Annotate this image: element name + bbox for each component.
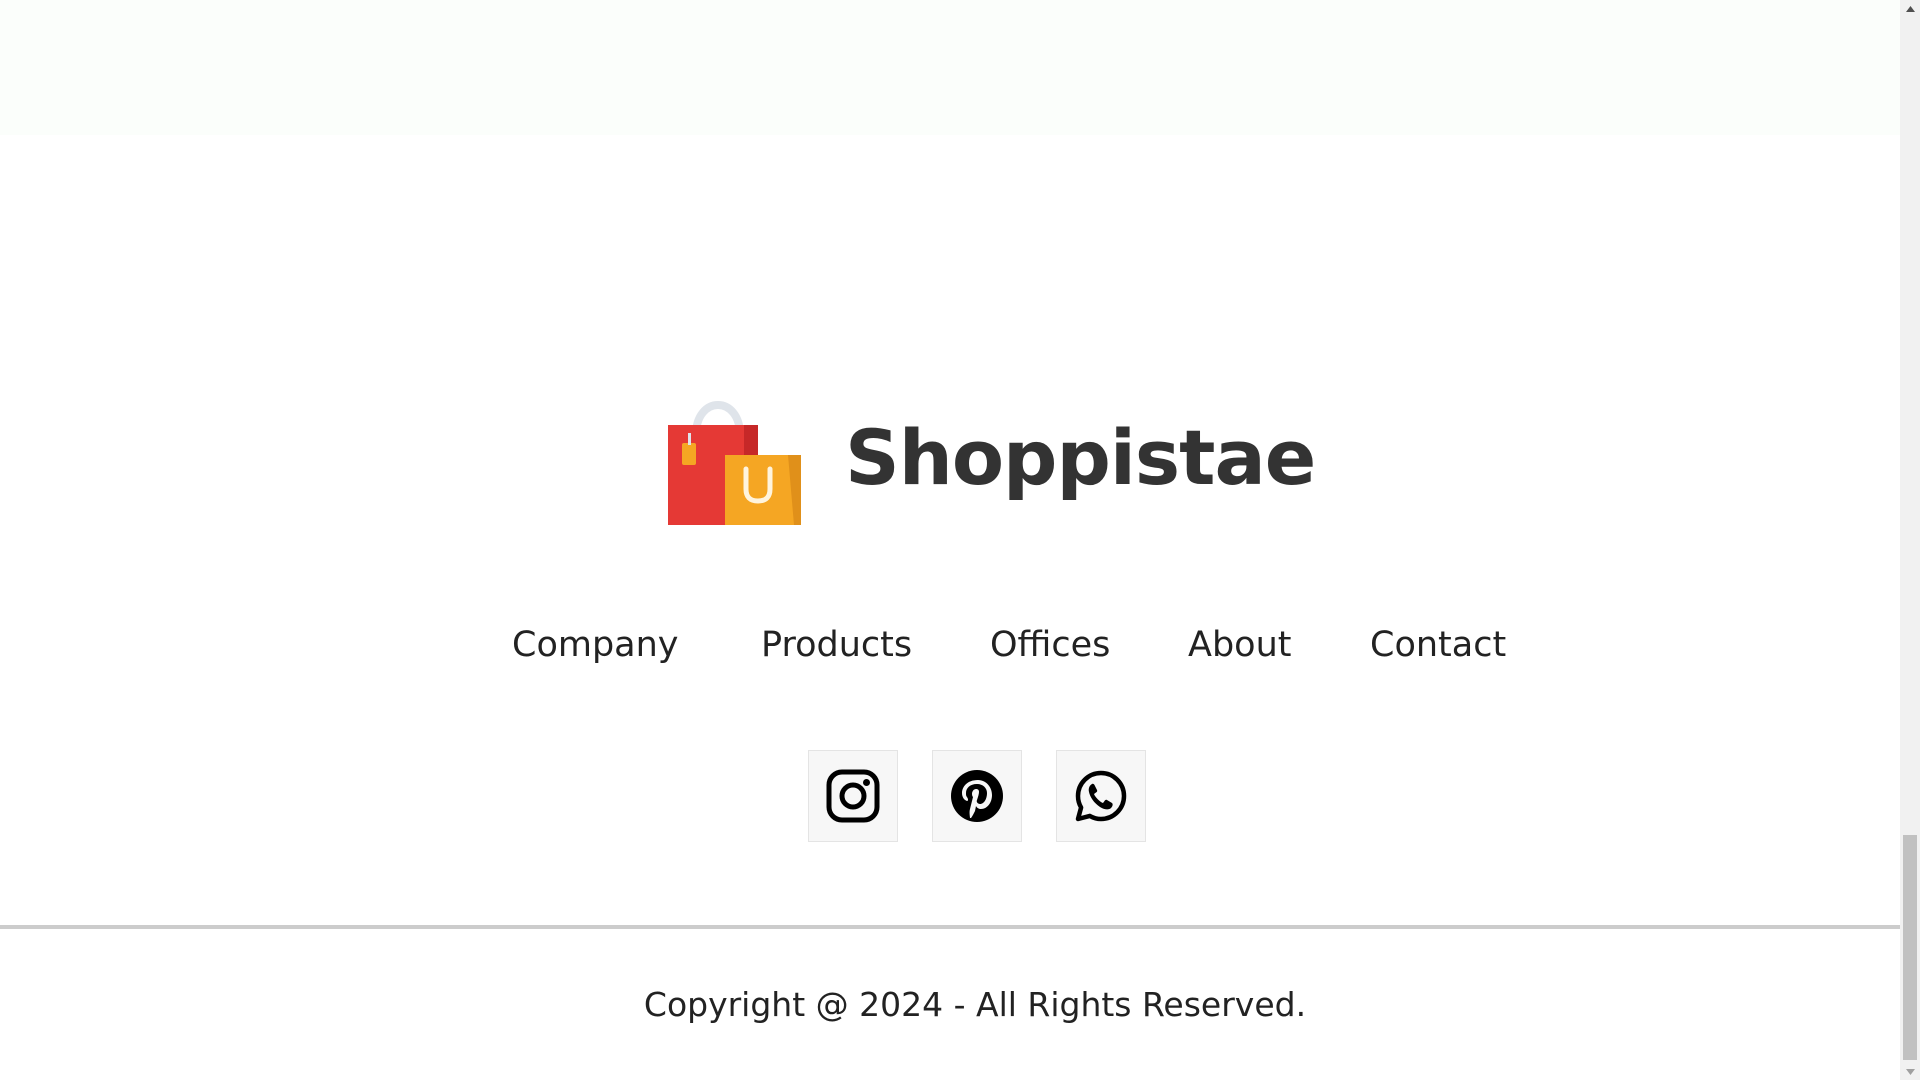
whatsapp-button[interactable] [1056,750,1146,842]
brand-name: Shoppistae [845,412,1316,502]
whatsapp-icon [1075,770,1127,822]
nav-link-company[interactable]: Company [512,620,679,670]
vertical-scrollbar[interactable] [1900,0,1920,1080]
instagram-icon [826,769,880,823]
nav-link-offices[interactable]: Offices [990,620,1110,670]
scroll-up-arrow-icon[interactable] [1900,0,1920,17]
pinterest-icon [951,770,1003,822]
footer-divider [0,925,1900,929]
nav-link-products[interactable]: Products [761,620,912,670]
social-links [808,750,1146,842]
page-content: Shoppistae Company Products Offices Abou… [0,0,1900,1080]
pinterest-button[interactable] [932,750,1022,842]
top-section-band [0,0,1900,135]
footer-brand[interactable]: Shoppistae [660,385,1316,530]
footer-nav: Company Products Offices About Contact [0,620,1900,670]
instagram-button[interactable] [808,750,898,842]
page-viewport: Shoppistae Company Products Offices Abou… [0,0,1920,1080]
scrollbar-thumb[interactable] [1903,835,1917,1060]
shopping-bags-icon [668,401,801,525]
nav-link-about[interactable]: About [1188,620,1291,670]
scroll-down-arrow-icon[interactable] [1900,1063,1920,1080]
nav-link-contact[interactable]: Contact [1370,620,1506,670]
copyright-text: Copyright @ 2024 - All Rights Reserved. [643,985,1307,1024]
